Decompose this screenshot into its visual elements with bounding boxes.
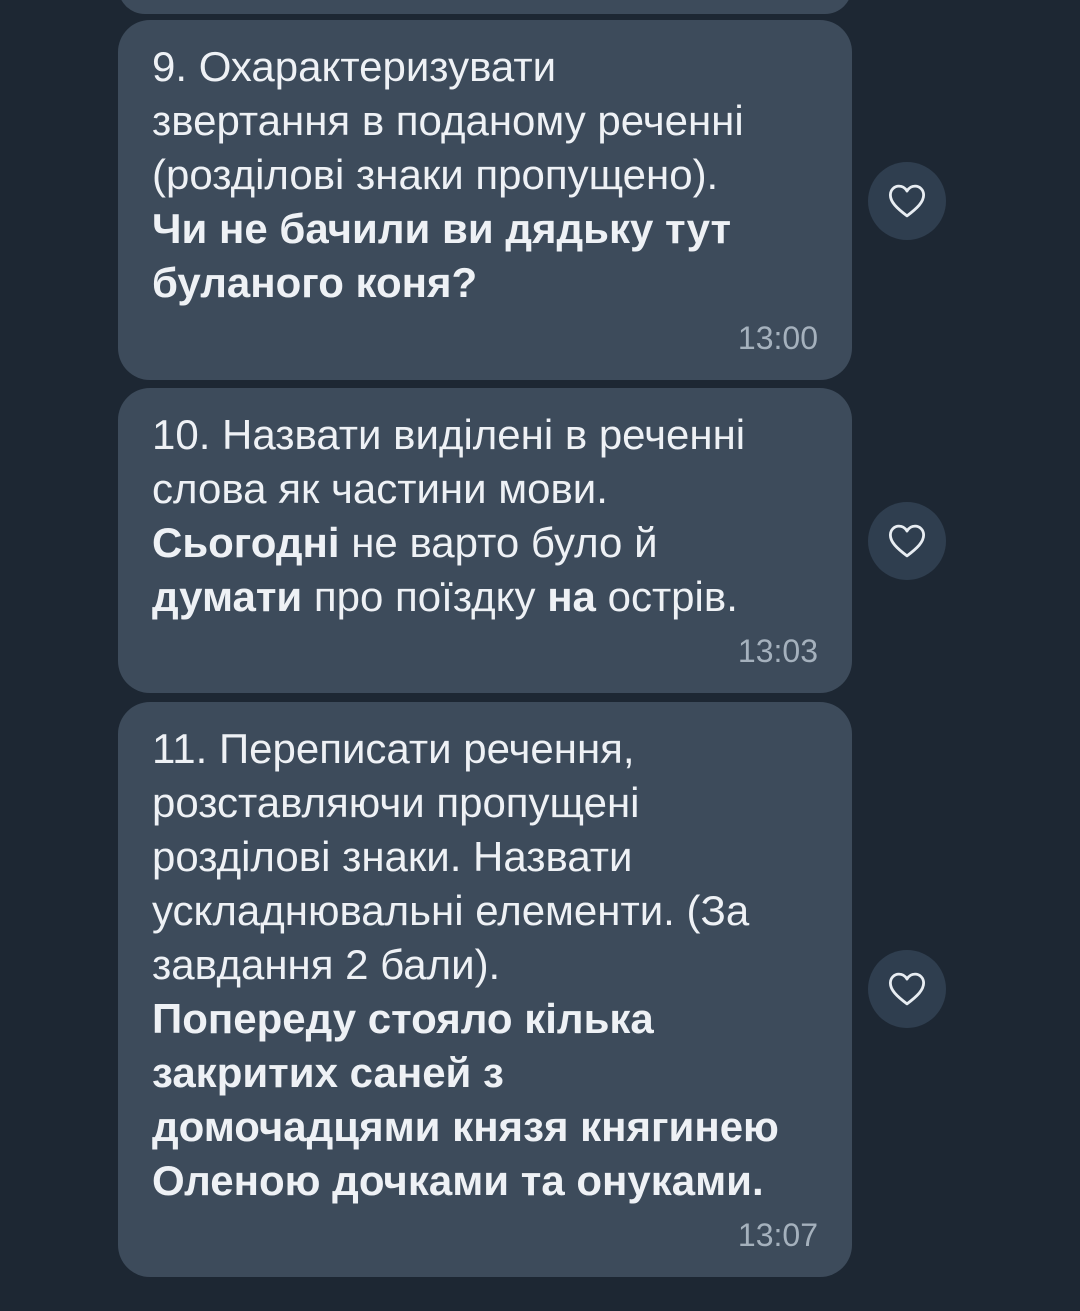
message-time: 13:00 [737, 320, 818, 356]
message-bubble[interactable]: 10. Назвати виділені в реченні слова як ч… [118, 388, 852, 693]
text-run: слова як частини мови. [152, 465, 608, 512]
message-line: думати про поїздку на острів. [152, 570, 818, 624]
text-run: розставляючи пропущені [152, 779, 640, 826]
bold-text-run: домочадцями князя княгинею [152, 1103, 779, 1150]
bold-text-run: Попереду стояло кілька [152, 995, 654, 1042]
message-line: Сьогодні не варто було й [152, 516, 818, 570]
bold-text-run: буланого коня? [152, 259, 478, 306]
message-line: домочадцями князя княгинею [152, 1100, 818, 1154]
bold-text-run: Чи не бачили ви дядьку тут [152, 205, 732, 252]
text-run: ускладнювальні елементи. (За [152, 887, 750, 934]
message-bubble[interactable]: 9. Охарактеризувати звертання в поданому … [118, 20, 852, 380]
message-line: розставляючи пропущені [152, 776, 818, 830]
text-run: острів. [595, 573, 738, 620]
text-run: 10. Назвати виділені в реченні [152, 411, 746, 458]
bold-text-run: Оленою дочками та онуками. [152, 1157, 764, 1204]
message-text: 9. Охарактеризувати звертання в поданому … [152, 40, 818, 310]
message-line: звертання в поданому реченні [152, 94, 818, 148]
text-run: не варто було й [339, 519, 658, 566]
message-line: слова як частини мови. [152, 462, 818, 516]
message-line: 11. Переписати речення, [152, 722, 818, 776]
reaction-button[interactable] [868, 162, 946, 240]
message-line: Чи не бачили ви дядьку тут [152, 202, 818, 256]
message-line: 10. Назвати виділені в реченні [152, 408, 818, 462]
reaction-button[interactable] [868, 502, 946, 580]
bold-text-run: закритих саней з [152, 1049, 504, 1096]
reaction-button[interactable] [868, 950, 946, 1028]
text-run: завдання 2 бали). [152, 941, 501, 988]
message-line: 9. Охарактеризувати [152, 40, 818, 94]
message-line: розділові знаки. Назвати [152, 830, 818, 884]
heart-outline-icon [888, 524, 926, 558]
message-line: завдання 2 бали). [152, 938, 818, 992]
text-run: 11. Переписати речення, [152, 725, 635, 772]
bold-text-run: на [547, 573, 596, 620]
text-run: розділові знаки. Назвати [152, 833, 633, 880]
text-run: 9. Охарактеризувати [152, 43, 557, 90]
message-text: 10. Назвати виділені в реченні слова як ч… [152, 408, 818, 624]
message-bubble[interactable]: 11. Переписати речення, розставляючи проп… [118, 702, 852, 1277]
text-run: про поїздку [302, 573, 548, 620]
message-line: буланого коня? [152, 256, 818, 310]
chat-view: 9. Охарактеризувати звертання в поданому … [0, 0, 1080, 1311]
message-line: закритих саней з [152, 1046, 818, 1100]
text-run: звертання в поданому реченні [152, 97, 744, 144]
text-run: (розділові знаки пропущено). [152, 151, 719, 198]
bold-text-run: Сьогодні [152, 519, 340, 566]
message-line: Оленою дочками та онуками. [152, 1154, 818, 1208]
bold-text-run: думати [152, 573, 303, 620]
previous-message-bubble[interactable] [118, 0, 852, 14]
message-text: 11. Переписати речення, розставляючи проп… [152, 722, 818, 1208]
message-line: Попереду стояло кілька [152, 992, 818, 1046]
heart-outline-icon [888, 972, 926, 1006]
message-time: 13:03 [737, 633, 818, 669]
message-time: 13:07 [737, 1217, 818, 1253]
heart-outline-icon [888, 184, 926, 218]
message-line: ускладнювальні елементи. (За [152, 884, 818, 938]
message-line: (розділові знаки пропущено). [152, 148, 818, 202]
